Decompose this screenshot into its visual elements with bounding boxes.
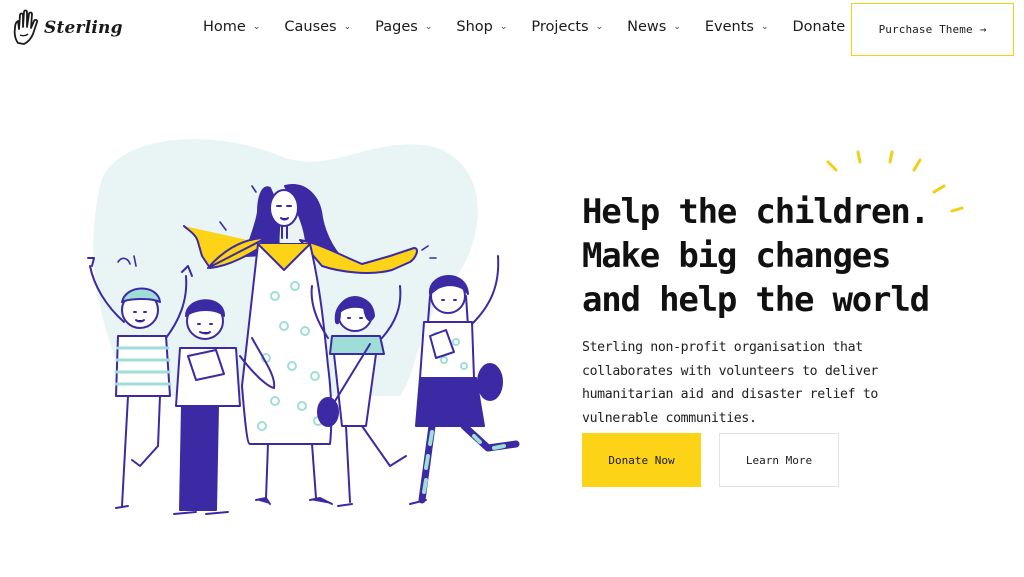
donate-now-label: Donate Now bbox=[608, 453, 675, 467]
purchase-theme-button[interactable]: Purchase Theme → bbox=[851, 3, 1014, 56]
nav-label: News bbox=[627, 19, 667, 35]
chevron-down-icon: ⌄ bbox=[760, 22, 769, 32]
nav-label: Projects bbox=[531, 19, 589, 35]
hero-title-line-2: Make big changes bbox=[582, 236, 892, 276]
nav-label: Causes bbox=[284, 19, 337, 35]
hand-icon bbox=[13, 9, 39, 45]
nav-label: Donate bbox=[792, 19, 846, 35]
chevron-down-icon: ⌄ bbox=[595, 22, 604, 32]
chevron-down-icon: ⌄ bbox=[673, 22, 681, 32]
nav-item-donate[interactable]: Donate⌄ bbox=[793, 19, 860, 35]
chevron-down-icon: ⌄ bbox=[343, 22, 352, 32]
hero-description: Sterling non-profit organisation that co… bbox=[582, 340, 878, 426]
nav-label: Shop bbox=[456, 19, 493, 35]
nav-label: Home bbox=[203, 19, 246, 35]
nav-label: Events bbox=[704, 19, 754, 35]
hero-title-line-3: and help the world bbox=[582, 280, 930, 320]
donate-now-button[interactable]: Donate Now bbox=[582, 433, 701, 487]
nav-item-news[interactable]: News ⌄ bbox=[627, 19, 681, 35]
nav-item-causes[interactable]: Causes ⌄ bbox=[284, 19, 351, 35]
arrow-right-icon: → bbox=[979, 23, 987, 36]
nav-label: Pages bbox=[375, 19, 418, 35]
nav-item-pages[interactable]: Pages ⌄ bbox=[375, 19, 432, 35]
chevron-down-icon: ⌄ bbox=[252, 22, 261, 32]
site-header: Sterling Home ⌄ Causes ⌄ Pages ⌄ Shop ⌄ Proj… bbox=[0, 0, 1024, 58]
children-with-teacher-illustration bbox=[87, 139, 520, 515]
nav-item-events[interactable]: Events ⌄ bbox=[705, 19, 769, 35]
nav-item-projects[interactable]: Projects ⌄ bbox=[531, 19, 603, 35]
purchase-label: Purchase Theme bbox=[878, 23, 973, 36]
learn-more-button[interactable]: Learn More bbox=[719, 433, 839, 487]
main-nav: Home ⌄ Causes ⌄ Pages ⌄ Shop ⌄ Projects ⌄ New… bbox=[203, 19, 884, 35]
nav-item-shop[interactable]: Shop ⌄ bbox=[456, 19, 507, 35]
logo-text: Sterling bbox=[44, 18, 123, 38]
hero-title: Help the children. Make big changes and … bbox=[582, 190, 930, 322]
learn-more-label: Learn More bbox=[745, 453, 813, 467]
logo[interactable]: Sterling bbox=[10, 9, 123, 47]
hero-title-line-1: Help the children. bbox=[582, 192, 930, 232]
chevron-down-icon: ⌄ bbox=[499, 22, 508, 32]
nav-item-home[interactable]: Home ⌄ bbox=[203, 19, 260, 35]
chevron-down-icon: ⌄ bbox=[424, 22, 433, 32]
